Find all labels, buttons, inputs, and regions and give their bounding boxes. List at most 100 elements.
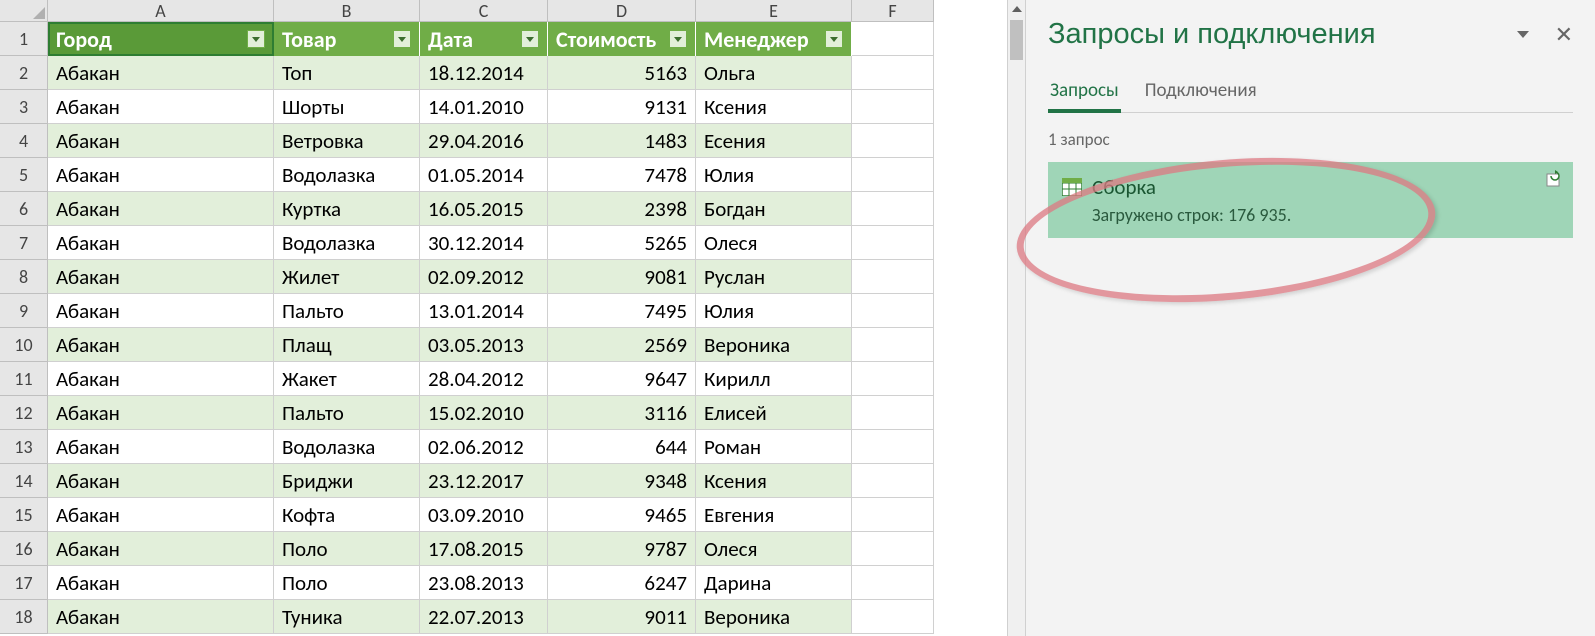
data-cell[interactable]: Жакет [274,362,420,396]
data-cell[interactable]: Кирилл [696,362,852,396]
data-cell[interactable]: 9465 [548,498,696,532]
data-cell[interactable]: 03.09.2010 [420,498,548,532]
data-cell[interactable]: 9081 [548,260,696,294]
data-cell[interactable]: 15.02.2010 [420,396,548,430]
data-cell[interactable]: Абакан [48,464,274,498]
data-cell[interactable]: 5163 [548,56,696,90]
data-cell[interactable]: Поло [274,532,420,566]
select-all-corner[interactable] [0,0,48,22]
data-cell[interactable]: Абакан [48,158,274,192]
data-cell[interactable]: 29.04.2016 [420,124,548,158]
row-header[interactable]: 13 [0,430,48,464]
empty-cell[interactable] [852,124,934,158]
data-cell[interactable]: Олеся [696,226,852,260]
filter-dropdown-icon[interactable] [521,30,539,48]
row-header[interactable]: 10 [0,328,48,362]
scroll-up-icon[interactable] [1008,0,1025,18]
data-cell[interactable]: Абакан [48,396,274,430]
data-cell[interactable]: Поло [274,566,420,600]
data-cell[interactable]: 9348 [548,464,696,498]
data-cell[interactable]: 30.12.2014 [420,226,548,260]
data-cell[interactable]: 5265 [548,226,696,260]
filter-dropdown-icon[interactable] [669,30,687,48]
row-header[interactable]: 16 [0,532,48,566]
row-header[interactable]: 12 [0,396,48,430]
query-list-item[interactable]: Сборка Загружено строк: 176 935. [1048,162,1573,238]
empty-cell[interactable] [852,56,934,90]
filter-dropdown-icon[interactable] [825,30,843,48]
data-cell[interactable]: Ольга [696,56,852,90]
empty-cell[interactable] [852,532,934,566]
data-cell[interactable]: 1483 [548,124,696,158]
data-cell[interactable]: 01.05.2014 [420,158,548,192]
data-cell[interactable]: Юлия [696,158,852,192]
data-cell[interactable]: 16.05.2015 [420,192,548,226]
empty-cell[interactable] [852,90,934,124]
data-cell[interactable]: Вероника [696,328,852,362]
table-header-4[interactable]: Менеджер [696,22,852,56]
data-cell[interactable]: Водолазка [274,226,420,260]
data-cell[interactable]: 23.08.2013 [420,566,548,600]
table-header-1[interactable]: Товар [274,22,420,56]
row-header[interactable]: 5 [0,158,48,192]
filter-dropdown-icon[interactable] [393,30,411,48]
data-cell[interactable]: Абакан [48,294,274,328]
row-header[interactable]: 17 [0,566,48,600]
data-cell[interactable]: Плащ [274,328,420,362]
data-cell[interactable]: 02.09.2012 [420,260,548,294]
data-cell[interactable]: Водолазка [274,430,420,464]
empty-cell[interactable] [852,396,934,430]
data-cell[interactable]: 2398 [548,192,696,226]
data-cell[interactable]: Абакан [48,498,274,532]
data-cell[interactable]: Руслан [696,260,852,294]
column-header-F[interactable]: F [852,0,934,22]
row-header[interactable]: 8 [0,260,48,294]
data-cell[interactable]: 6247 [548,566,696,600]
empty-cell[interactable] [852,498,934,532]
data-cell[interactable]: 14.01.2010 [420,90,548,124]
data-cell[interactable]: Роман [696,430,852,464]
data-cell[interactable]: 644 [548,430,696,464]
data-cell[interactable]: Топ [274,56,420,90]
data-cell[interactable]: 17.08.2015 [420,532,548,566]
column-header-D[interactable]: D [548,0,696,22]
data-cell[interactable]: Абакан [48,430,274,464]
data-cell[interactable]: Елисей [696,396,852,430]
row-header[interactable]: 7 [0,226,48,260]
data-cell[interactable]: Пальто [274,396,420,430]
data-cell[interactable]: 3116 [548,396,696,430]
tab-connections[interactable]: Подключения [1143,71,1259,112]
data-cell[interactable]: 9131 [548,90,696,124]
data-cell[interactable]: 13.01.2014 [420,294,548,328]
empty-cell[interactable] [852,192,934,226]
table-header-2[interactable]: Дата [420,22,548,56]
empty-cell[interactable] [852,566,934,600]
column-header-C[interactable]: C [420,0,548,22]
data-cell[interactable]: 03.05.2013 [420,328,548,362]
row-header[interactable]: 6 [0,192,48,226]
data-cell[interactable]: Абакан [48,600,274,634]
column-header-B[interactable]: B [274,0,420,22]
data-cell[interactable]: Абакан [48,532,274,566]
data-cell[interactable]: Абакан [48,226,274,260]
row-header[interactable]: 14 [0,464,48,498]
data-cell[interactable]: Олеся [696,532,852,566]
data-cell[interactable]: Абакан [48,260,274,294]
data-cell[interactable]: Абакан [48,566,274,600]
chevron-down-icon[interactable] [1517,31,1529,38]
data-cell[interactable]: 9787 [548,532,696,566]
empty-cell[interactable] [852,328,934,362]
empty-cell[interactable] [852,158,934,192]
data-cell[interactable]: Кофта [274,498,420,532]
data-cell[interactable]: Ксения [696,464,852,498]
row-header[interactable]: 18 [0,600,48,634]
data-cell[interactable]: Абакан [48,90,274,124]
data-cell[interactable]: Шорты [274,90,420,124]
data-cell[interactable]: Евгения [696,498,852,532]
empty-cell[interactable] [852,430,934,464]
data-cell[interactable]: 23.12.2017 [420,464,548,498]
row-header[interactable]: 15 [0,498,48,532]
row-header[interactable]: 3 [0,90,48,124]
empty-cell[interactable] [852,226,934,260]
data-cell[interactable]: Куртка [274,192,420,226]
